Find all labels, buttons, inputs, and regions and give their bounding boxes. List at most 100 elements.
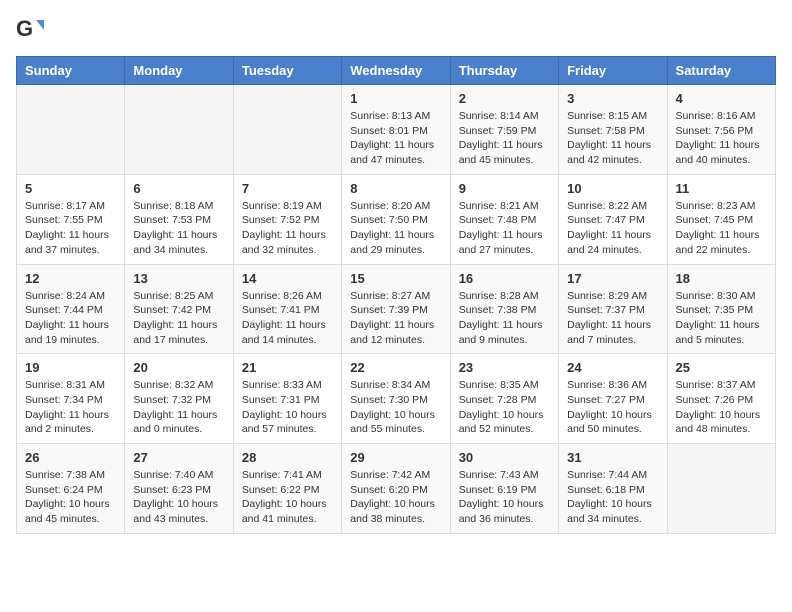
- calendar-cell: 2 Sunrise: 8:14 AMSunset: 7:59 PMDaylight…: [450, 85, 558, 175]
- day-number: 8: [350, 181, 441, 196]
- calendar-cell: 30 Sunrise: 7:43 AMSunset: 6:19 PMDayligh…: [450, 444, 558, 534]
- logo-icon: G: [16, 16, 44, 44]
- day-number: 21: [242, 360, 333, 375]
- day-info: Sunrise: 8:32 AMSunset: 7:32 PMDaylight:…: [133, 378, 224, 437]
- day-info: Sunrise: 7:38 AMSunset: 6:24 PMDaylight:…: [25, 468, 116, 527]
- day-info: Sunrise: 8:29 AMSunset: 7:37 PMDaylight:…: [567, 289, 658, 348]
- day-info: Sunrise: 7:41 AMSunset: 6:22 PMDaylight:…: [242, 468, 333, 527]
- calendar-cell: 11 Sunrise: 8:23 AMSunset: 7:45 PMDayligh…: [667, 174, 775, 264]
- calendar-table: SundayMondayTuesdayWednesdayThursdayFrid…: [16, 56, 776, 534]
- calendar-cell: [667, 444, 775, 534]
- calendar-cell: 12 Sunrise: 8:24 AMSunset: 7:44 PMDayligh…: [17, 264, 125, 354]
- day-info: Sunrise: 7:44 AMSunset: 6:18 PMDaylight:…: [567, 468, 658, 527]
- header-friday: Friday: [559, 57, 667, 85]
- day-number: 20: [133, 360, 224, 375]
- week-row-4: 19Sunrise: 8:31 AMSunset: 7:34 PMDayligh…: [17, 354, 776, 444]
- day-number: 18: [676, 271, 767, 286]
- day-number: 29: [350, 450, 441, 465]
- day-number: 12: [25, 271, 116, 286]
- calendar-cell: 25 Sunrise: 8:37 AMSunset: 7:26 PMDayligh…: [667, 354, 775, 444]
- calendar-cell: [17, 85, 125, 175]
- calendar-cell: 28 Sunrise: 7:41 AMSunset: 6:22 PMDayligh…: [233, 444, 341, 534]
- day-info: Sunrise: 8:23 AMSunset: 7:45 PMDaylight:…: [676, 199, 767, 258]
- calendar-cell: 13Sunrise: 8:25 AMSunset: 7:42 PMDayligh…: [125, 264, 233, 354]
- day-info: Sunrise: 8:20 AMSunset: 7:50 PMDaylight:…: [350, 199, 441, 258]
- day-number: 2: [459, 91, 550, 106]
- day-info: Sunrise: 8:27 AMSunset: 7:39 PMDaylight:…: [350, 289, 441, 348]
- day-number: 3: [567, 91, 658, 106]
- day-number: 23: [459, 360, 550, 375]
- calendar-cell: 24 Sunrise: 8:36 AMSunset: 7:27 PMDayligh…: [559, 354, 667, 444]
- day-number: 4: [676, 91, 767, 106]
- calendar-cell: 23 Sunrise: 8:35 AMSunset: 7:28 PMDayligh…: [450, 354, 558, 444]
- day-number: 14: [242, 271, 333, 286]
- calendar-cell: 31 Sunrise: 7:44 AMSunset: 6:18 PMDayligh…: [559, 444, 667, 534]
- header-wednesday: Wednesday: [342, 57, 450, 85]
- day-info: Sunrise: 8:16 AMSunset: 7:56 PMDaylight:…: [676, 109, 767, 168]
- calendar-cell: 7 Sunrise: 8:19 AMSunset: 7:52 PMDaylight…: [233, 174, 341, 264]
- day-info: Sunrise: 8:37 AMSunset: 7:26 PMDaylight:…: [676, 378, 767, 437]
- calendar-cell: 18 Sunrise: 8:30 AMSunset: 7:35 PMDayligh…: [667, 264, 775, 354]
- day-number: 5: [25, 181, 116, 196]
- day-number: 16: [459, 271, 550, 286]
- calendar-cell: 4 Sunrise: 8:16 AMSunset: 7:56 PMDaylight…: [667, 85, 775, 175]
- calendar-cell: 22Sunrise: 8:34 AMSunset: 7:30 PMDayligh…: [342, 354, 450, 444]
- calendar-cell: 29 Sunrise: 7:42 AMSunset: 6:20 PMDayligh…: [342, 444, 450, 534]
- header-tuesday: Tuesday: [233, 57, 341, 85]
- day-number: 24: [567, 360, 658, 375]
- calendar-cell: 14Sunrise: 8:26 AMSunset: 7:41 PMDayligh…: [233, 264, 341, 354]
- day-info: Sunrise: 7:40 AMSunset: 6:23 PMDaylight:…: [133, 468, 224, 527]
- day-number: 27: [133, 450, 224, 465]
- day-number: 7: [242, 181, 333, 196]
- day-info: Sunrise: 8:15 AMSunset: 7:58 PMDaylight:…: [567, 109, 658, 168]
- calendar-cell: 16 Sunrise: 8:28 AMSunset: 7:38 PMDayligh…: [450, 264, 558, 354]
- day-info: Sunrise: 8:19 AMSunset: 7:52 PMDaylight:…: [242, 199, 333, 258]
- day-number: 30: [459, 450, 550, 465]
- day-info: Sunrise: 8:33 AMSunset: 7:31 PMDaylight:…: [242, 378, 333, 437]
- day-number: 11: [676, 181, 767, 196]
- calendar-cell: 15Sunrise: 8:27 AMSunset: 7:39 PMDayligh…: [342, 264, 450, 354]
- day-number: 10: [567, 181, 658, 196]
- day-info: Sunrise: 8:22 AMSunset: 7:47 PMDaylight:…: [567, 199, 658, 258]
- calendar-header-row: SundayMondayTuesdayWednesdayThursdayFrid…: [17, 57, 776, 85]
- week-row-2: 5Sunrise: 8:17 AMSunset: 7:55 PMDaylight…: [17, 174, 776, 264]
- day-info: Sunrise: 8:18 AMSunset: 7:53 PMDaylight:…: [133, 199, 224, 258]
- calendar-cell: 21 Sunrise: 8:33 AMSunset: 7:31 PMDayligh…: [233, 354, 341, 444]
- day-info: Sunrise: 7:42 AMSunset: 6:20 PMDaylight:…: [350, 468, 441, 527]
- logo: G: [16, 16, 48, 44]
- calendar-cell: 8 Sunrise: 8:20 AMSunset: 7:50 PMDaylight…: [342, 174, 450, 264]
- day-info: Sunrise: 8:30 AMSunset: 7:35 PMDaylight:…: [676, 289, 767, 348]
- day-info: Sunrise: 7:43 AMSunset: 6:19 PMDaylight:…: [459, 468, 550, 527]
- header-monday: Monday: [125, 57, 233, 85]
- day-number: 25: [676, 360, 767, 375]
- day-info: Sunrise: 8:13 AMSunset: 8:01 PMDaylight:…: [350, 109, 441, 168]
- day-info: Sunrise: 8:35 AMSunset: 7:28 PMDaylight:…: [459, 378, 550, 437]
- day-number: 31: [567, 450, 658, 465]
- calendar-cell: 27 Sunrise: 7:40 AMSunset: 6:23 PMDayligh…: [125, 444, 233, 534]
- day-info: Sunrise: 8:31 AMSunset: 7:34 PMDaylight:…: [25, 378, 116, 437]
- calendar-cell: 6 Sunrise: 8:18 AMSunset: 7:53 PMDaylight…: [125, 174, 233, 264]
- header-thursday: Thursday: [450, 57, 558, 85]
- week-row-3: 12 Sunrise: 8:24 AMSunset: 7:44 PMDayligh…: [17, 264, 776, 354]
- day-number: 17: [567, 271, 658, 286]
- calendar-cell: [233, 85, 341, 175]
- calendar-cell: 1Sunrise: 8:13 AMSunset: 8:01 PMDaylight…: [342, 85, 450, 175]
- day-info: Sunrise: 8:24 AMSunset: 7:44 PMDaylight:…: [25, 289, 116, 348]
- day-number: 6: [133, 181, 224, 196]
- week-row-5: 26 Sunrise: 7:38 AMSunset: 6:24 PMDayligh…: [17, 444, 776, 534]
- day-number: 26: [25, 450, 116, 465]
- page-header: G: [16, 16, 776, 44]
- calendar-cell: 9Sunrise: 8:21 AMSunset: 7:48 PMDaylight…: [450, 174, 558, 264]
- header-sunday: Sunday: [17, 57, 125, 85]
- day-info: Sunrise: 8:14 AMSunset: 7:59 PMDaylight:…: [459, 109, 550, 168]
- day-info: Sunrise: 8:21 AMSunset: 7:48 PMDaylight:…: [459, 199, 550, 258]
- day-info: Sunrise: 8:34 AMSunset: 7:30 PMDaylight:…: [350, 378, 441, 437]
- day-number: 28: [242, 450, 333, 465]
- week-row-1: 1Sunrise: 8:13 AMSunset: 8:01 PMDaylight…: [17, 85, 776, 175]
- calendar-cell: [125, 85, 233, 175]
- calendar-cell: 17 Sunrise: 8:29 AMSunset: 7:37 PMDayligh…: [559, 264, 667, 354]
- day-info: Sunrise: 8:36 AMSunset: 7:27 PMDaylight:…: [567, 378, 658, 437]
- svg-text:G: G: [16, 16, 33, 41]
- day-info: Sunrise: 8:28 AMSunset: 7:38 PMDaylight:…: [459, 289, 550, 348]
- calendar-cell: 20 Sunrise: 8:32 AMSunset: 7:32 PMDayligh…: [125, 354, 233, 444]
